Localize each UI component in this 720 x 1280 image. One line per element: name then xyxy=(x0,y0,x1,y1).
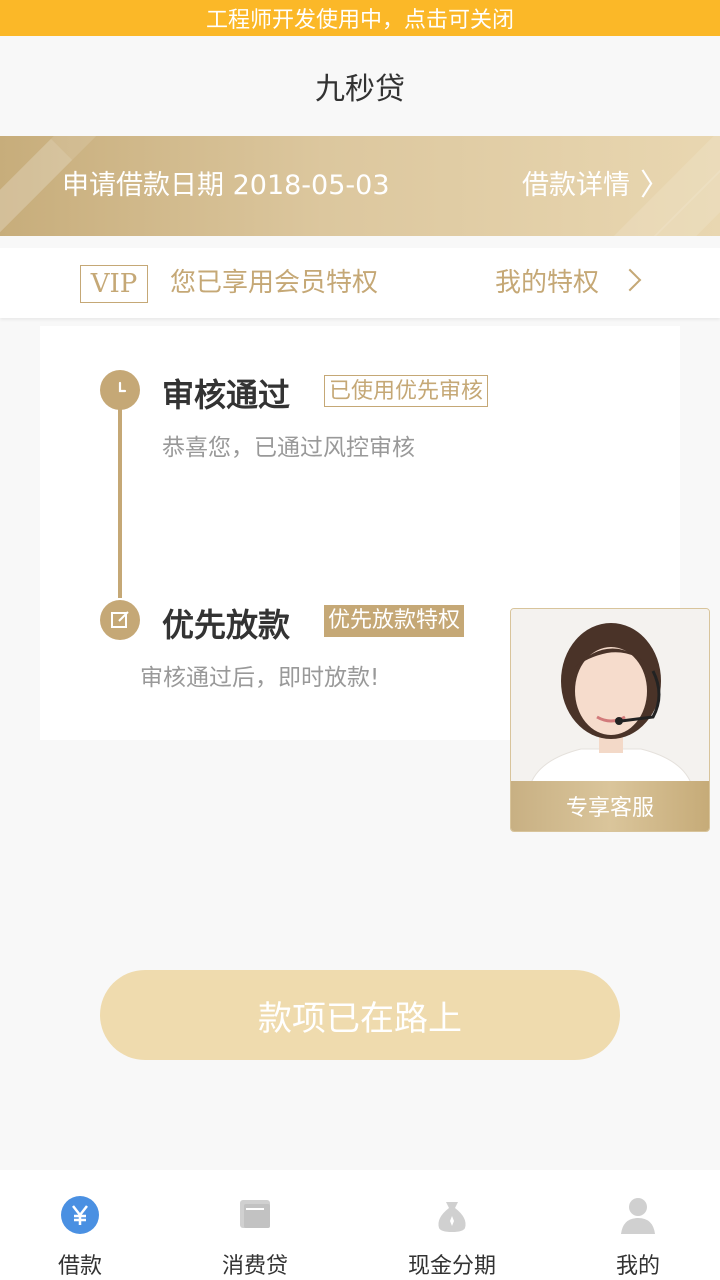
step-tag: 优先放款特权 xyxy=(324,605,465,637)
vip-badge: VIP xyxy=(80,265,148,303)
chevron-right-icon: 〉 xyxy=(640,168,670,203)
developer-banner-text: 工程师开发使用中，点击可关闭 xyxy=(205,8,514,33)
loan-apply-date: 申请借款日期 2018-05-03 xyxy=(62,170,390,201)
customer-service-label: 专享客服 xyxy=(511,781,709,831)
step-title: 审核通过 xyxy=(162,376,291,414)
vip-privilege-bar[interactable]: VIP 您已享用会员特权 我的特权 xyxy=(0,248,720,318)
customer-service-widget[interactable]: 专享客服 xyxy=(510,608,710,832)
agent-avatar xyxy=(511,609,709,784)
tab-cash-installment[interactable]: 现金分期 xyxy=(362,1170,542,1280)
tab-label: 消费贷 xyxy=(221,1254,288,1279)
tab-mine[interactable]: 我的 xyxy=(548,1170,720,1280)
vip-message: 您已享用会员特权 xyxy=(170,268,379,298)
step-description: 审核通过后，即时放款! xyxy=(140,665,380,691)
tab-label: 借款 xyxy=(57,1254,102,1279)
loan-info-banner[interactable]: 申请借款日期 2018-05-03 借款详情 〉 xyxy=(0,136,720,236)
page-title: 九秒贷 xyxy=(315,72,405,107)
tab-consumer-loan[interactable]: 消费贷 xyxy=(165,1170,345,1280)
step-title: 优先放款 xyxy=(162,606,291,644)
loan-status-button[interactable]: 款项已在路上 xyxy=(100,970,620,1060)
edit-icon xyxy=(100,600,140,640)
step-tag: 已使用优先审核 xyxy=(324,375,489,407)
card-icon xyxy=(240,1200,270,1228)
money-bag-icon xyxy=(438,1202,466,1232)
user-icon xyxy=(621,1198,655,1234)
loan-detail-link[interactable]: 借款详情 xyxy=(522,136,630,236)
my-privilege-link[interactable]: 我的特权 xyxy=(495,248,599,318)
tab-loan[interactable]: 借款 xyxy=(0,1170,170,1280)
step-description: 恭喜您，已通过风控审核 xyxy=(162,435,415,461)
tab-label: 我的 xyxy=(615,1254,660,1279)
yen-icon xyxy=(61,1196,99,1234)
tab-label: 现金分期 xyxy=(407,1254,496,1279)
bottom-tab-bar: 借款 消费贷 现金分期 我的 xyxy=(0,1170,720,1280)
app-header: 九秒贷 xyxy=(0,36,720,136)
developer-banner[interactable]: 工程师开发使用中，点击可关闭 xyxy=(0,0,720,36)
clock-icon xyxy=(100,370,140,410)
timeline-line xyxy=(118,388,122,598)
chevron-right-icon xyxy=(618,268,642,292)
